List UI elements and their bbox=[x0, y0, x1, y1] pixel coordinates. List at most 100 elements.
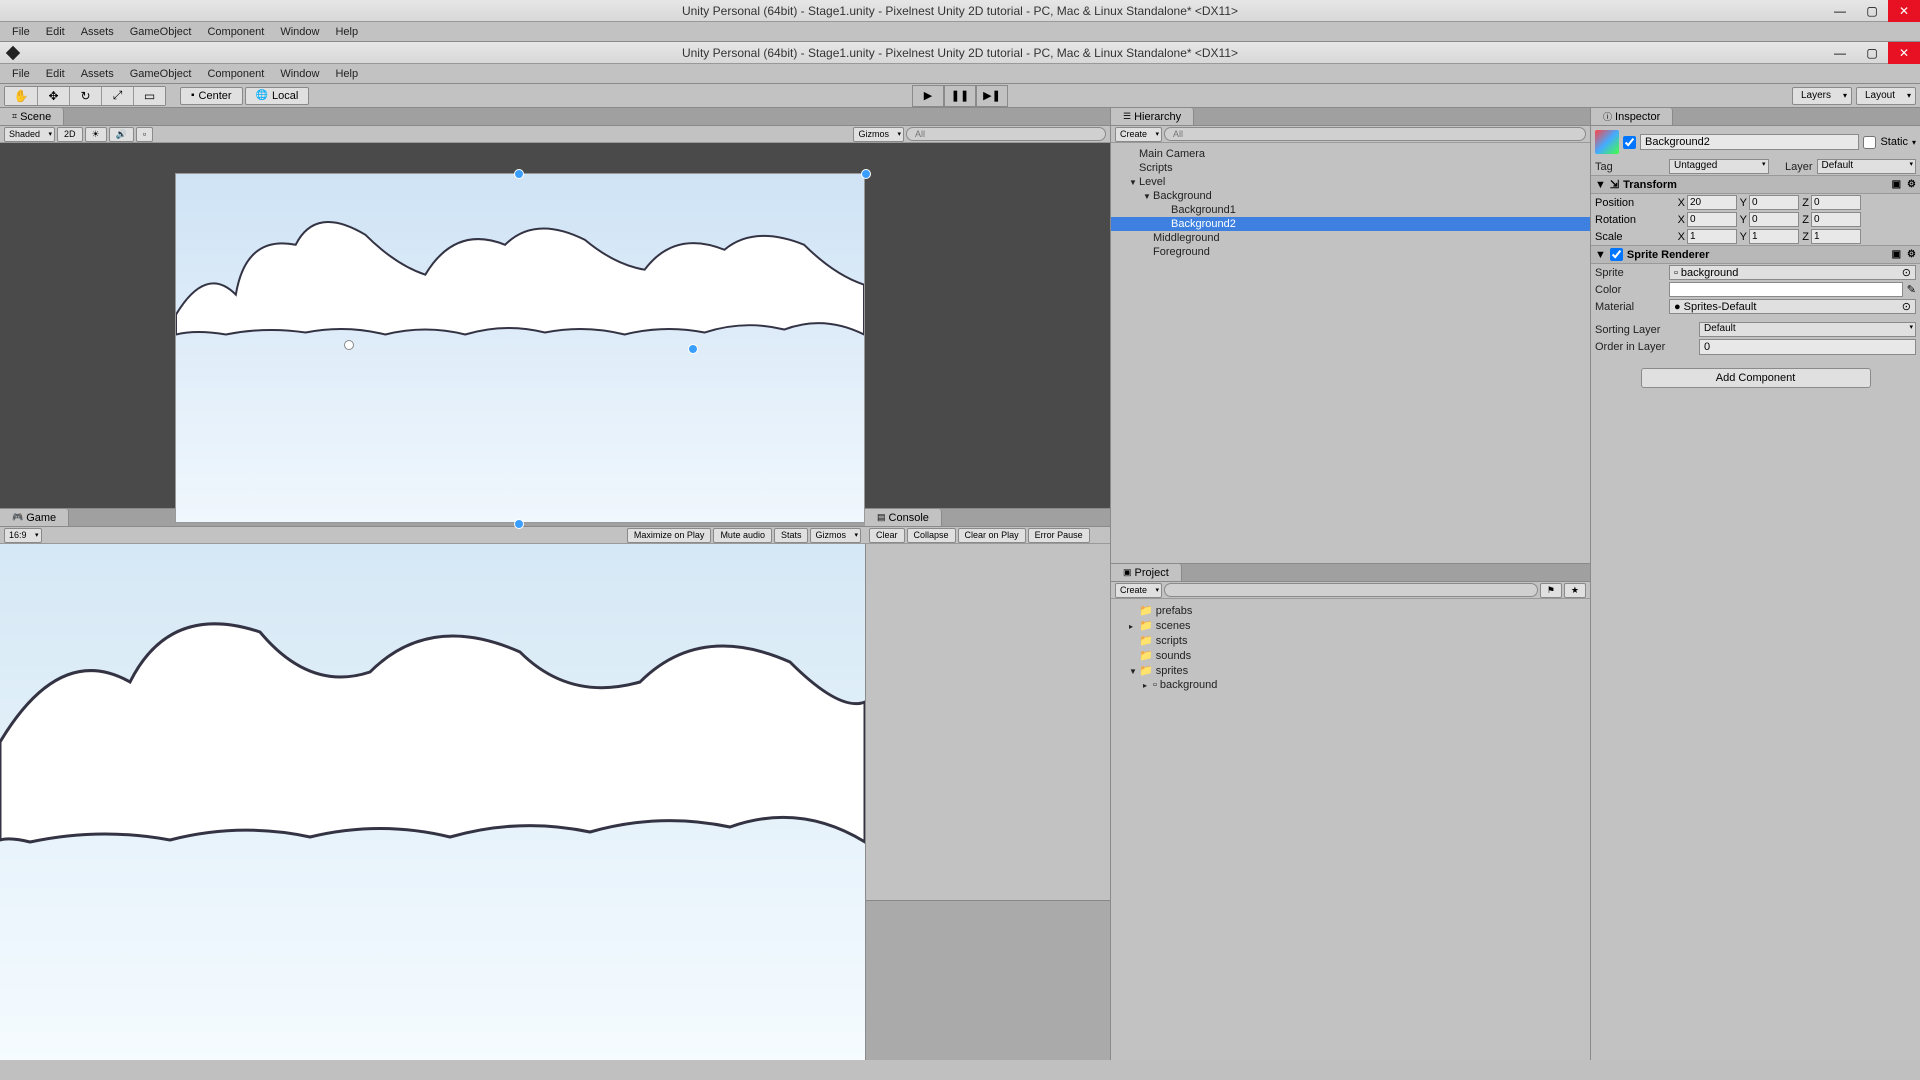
hierarchy-search-input[interactable] bbox=[1164, 127, 1586, 141]
transform-handle-center[interactable] bbox=[688, 344, 698, 354]
hierarchy-create-dropdown[interactable]: Create bbox=[1115, 127, 1162, 142]
console-clear-button[interactable]: Clear bbox=[869, 528, 905, 543]
menu2-component[interactable]: Component bbox=[199, 68, 272, 80]
rotate-tool-button[interactable]: ↻ bbox=[69, 87, 101, 105]
layers-dropdown[interactable]: Layers bbox=[1792, 87, 1852, 105]
pivot-local-button[interactable]: 🌐 Local bbox=[245, 87, 310, 105]
scale-tool-button[interactable]: ⤢ bbox=[101, 87, 133, 105]
play-button[interactable]: ▶ bbox=[912, 85, 944, 107]
maximize-on-play-toggle[interactable]: Maximize on Play bbox=[627, 528, 712, 543]
project-filter-button[interactable]: ⚑ bbox=[1540, 583, 1562, 598]
scale-x-field[interactable] bbox=[1687, 229, 1737, 244]
audio-toggle[interactable]: 🔊 bbox=[109, 127, 134, 142]
menu-edit[interactable]: Edit bbox=[38, 26, 73, 38]
hierarchy-item-scripts[interactable]: Scripts bbox=[1111, 161, 1590, 175]
menu2-window[interactable]: Window bbox=[272, 68, 327, 80]
transform-handle-bottom[interactable] bbox=[514, 519, 524, 529]
hierarchy-item-background1[interactable]: Background1 bbox=[1111, 203, 1590, 217]
mute-audio-toggle[interactable]: Mute audio bbox=[713, 528, 772, 543]
fx-toggle[interactable]: ▫ bbox=[136, 127, 153, 142]
camera-gizmo-icon[interactable] bbox=[344, 340, 354, 350]
spriterenderer-enable-checkbox[interactable] bbox=[1610, 248, 1623, 261]
gameobject-active-checkbox[interactable] bbox=[1623, 136, 1636, 149]
add-component-button[interactable]: Add Component bbox=[1641, 368, 1871, 388]
project-item-background[interactable]: ▸▫background bbox=[1111, 678, 1590, 692]
hierarchy-item-main camera[interactable]: Main Camera bbox=[1111, 147, 1590, 161]
gameobject-name-field[interactable] bbox=[1640, 134, 1859, 150]
sprite-object-field[interactable]: ▫background⊙ bbox=[1669, 265, 1916, 280]
menu2-assets[interactable]: Assets bbox=[73, 68, 122, 80]
menu2-help[interactable]: Help bbox=[327, 68, 366, 80]
project-item-sprites[interactable]: ▼📁sprites bbox=[1111, 663, 1590, 678]
spriterenderer-component-header[interactable]: ▼ Sprite Renderer ▣ ⚙ bbox=[1591, 245, 1920, 264]
project-search-input[interactable] bbox=[1164, 583, 1538, 597]
order-in-layer-field[interactable] bbox=[1699, 339, 1916, 355]
gizmos-dropdown[interactable]: Gizmos bbox=[853, 127, 904, 142]
maximize-button[interactable]: ▢ bbox=[1856, 0, 1888, 22]
move-tool-button[interactable]: ✥ bbox=[37, 87, 69, 105]
lighting-toggle[interactable]: ☀ bbox=[85, 127, 107, 142]
scale-z-field[interactable] bbox=[1811, 229, 1861, 244]
step-button[interactable]: ▶❚ bbox=[976, 85, 1008, 107]
hierarchy-item-background[interactable]: ▼Background bbox=[1111, 189, 1590, 203]
hierarchy-item-level[interactable]: ▼Level bbox=[1111, 175, 1590, 189]
menu-component[interactable]: Component bbox=[199, 26, 272, 38]
spriterenderer-gear-icon[interactable]: ⚙ bbox=[1907, 249, 1916, 260]
hand-tool-button[interactable]: ✋ bbox=[5, 87, 37, 105]
scale-y-field[interactable] bbox=[1749, 229, 1799, 244]
console-collapse-toggle[interactable]: Collapse bbox=[907, 528, 956, 543]
hierarchy-item-foreground[interactable]: Foreground bbox=[1111, 245, 1590, 259]
project-tab[interactable]: ▣Project bbox=[1111, 564, 1182, 581]
project-item-sounds[interactable]: 📁sounds bbox=[1111, 648, 1590, 663]
menu-gameobject[interactable]: GameObject bbox=[122, 26, 200, 38]
rotation-y-field[interactable] bbox=[1749, 212, 1799, 227]
eyedropper-icon[interactable]: ✎ bbox=[1907, 283, 1916, 296]
transform-handle-top[interactable] bbox=[514, 169, 524, 179]
layer-dropdown[interactable]: Default bbox=[1817, 159, 1917, 174]
rotation-x-field[interactable] bbox=[1687, 212, 1737, 227]
menu2-gameobject[interactable]: GameObject bbox=[122, 68, 200, 80]
inner-minimize-button[interactable]: — bbox=[1824, 42, 1856, 64]
material-object-field[interactable]: ●Sprites-Default⊙ bbox=[1669, 299, 1916, 314]
menu-file[interactable]: File bbox=[4, 26, 38, 38]
static-checkbox[interactable] bbox=[1863, 136, 1876, 149]
hierarchy-tab[interactable]: ☰Hierarchy bbox=[1111, 108, 1194, 125]
console-tab[interactable]: ▤Console bbox=[865, 509, 942, 526]
hierarchy-item-middleground[interactable]: Middleground bbox=[1111, 231, 1590, 245]
scene-tab[interactable]: ⌗Scene bbox=[0, 108, 64, 125]
spriterenderer-help-icon[interactable]: ▣ bbox=[1892, 249, 1901, 260]
project-item-scenes[interactable]: ▸📁scenes bbox=[1111, 618, 1590, 633]
transform-gear-icon[interactable]: ⚙ bbox=[1907, 179, 1916, 190]
transform-help-icon[interactable]: ▣ bbox=[1892, 179, 1901, 190]
inspector-tab[interactable]: ⓘInspector bbox=[1591, 108, 1673, 125]
pivot-center-button[interactable]: ▪ Center bbox=[180, 87, 243, 105]
inner-close-button[interactable]: ✕ bbox=[1888, 42, 1920, 64]
scene-search-input[interactable] bbox=[906, 127, 1106, 141]
minimize-button[interactable]: — bbox=[1824, 0, 1856, 22]
transform-handle-tr[interactable] bbox=[861, 169, 871, 179]
menu-help[interactable]: Help bbox=[327, 26, 366, 38]
position-y-field[interactable] bbox=[1749, 195, 1799, 210]
project-save-search-button[interactable]: ★ bbox=[1564, 583, 1586, 598]
position-x-field[interactable] bbox=[1687, 195, 1737, 210]
inner-maximize-button[interactable]: ▢ bbox=[1856, 42, 1888, 64]
pause-button[interactable]: ❚❚ bbox=[944, 85, 976, 107]
project-item-prefabs[interactable]: 📁prefabs bbox=[1111, 603, 1590, 618]
tag-dropdown[interactable]: Untagged bbox=[1669, 159, 1769, 174]
close-button[interactable]: ✕ bbox=[1888, 0, 1920, 22]
console-clear-on-play-toggle[interactable]: Clear on Play bbox=[958, 528, 1026, 543]
aspect-dropdown[interactable]: 16:9 bbox=[4, 528, 42, 543]
project-item-scripts[interactable]: 📁scripts bbox=[1111, 633, 1590, 648]
console-error-pause-toggle[interactable]: Error Pause bbox=[1028, 528, 1090, 543]
hierarchy-item-background2[interactable]: Background2 bbox=[1111, 217, 1590, 231]
menu2-file[interactable]: File bbox=[4, 68, 38, 80]
game-tab[interactable]: 🎮Game bbox=[0, 509, 69, 526]
color-field[interactable] bbox=[1669, 282, 1903, 297]
project-create-dropdown[interactable]: Create bbox=[1115, 583, 1162, 598]
layout-dropdown[interactable]: Layout bbox=[1856, 87, 1916, 105]
position-z-field[interactable] bbox=[1811, 195, 1861, 210]
rect-tool-button[interactable]: ▭ bbox=[133, 87, 165, 105]
menu2-edit[interactable]: Edit bbox=[38, 68, 73, 80]
sorting-layer-dropdown[interactable]: Default bbox=[1699, 322, 1916, 337]
menu-assets[interactable]: Assets bbox=[73, 26, 122, 38]
